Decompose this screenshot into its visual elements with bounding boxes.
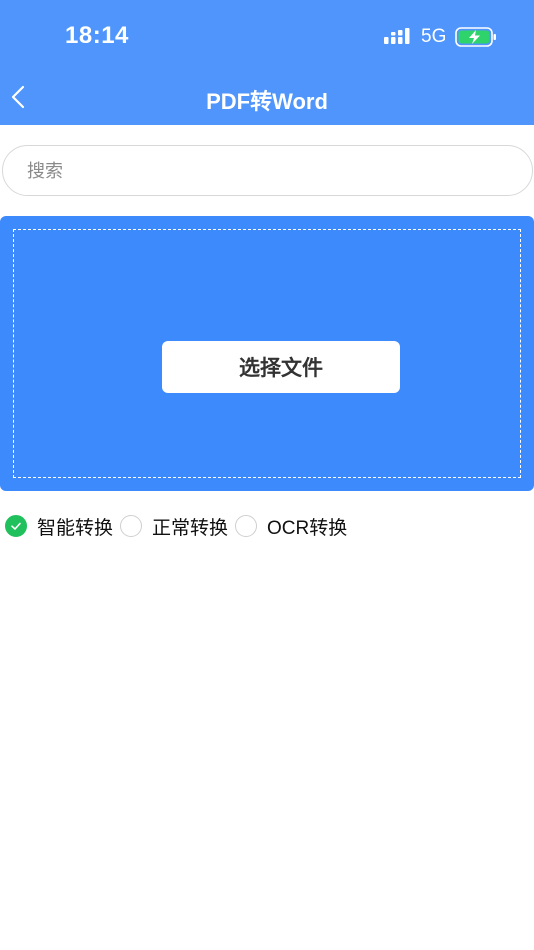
- status-time: 18:14: [65, 22, 129, 49]
- battery-charging-icon: [455, 27, 496, 47]
- option-label: OCR转换: [267, 517, 348, 539]
- page-title: PDF转Word: [206, 89, 328, 114]
- upload-area[interactable]: 选择文件: [0, 216, 534, 491]
- select-file-button[interactable]: 选择文件: [162, 341, 400, 393]
- status-bar: 18:14 5G: [0, 0, 534, 72]
- conversion-options: 智能转换 正常转换 OCR转换: [0, 512, 534, 542]
- option-normal-conversion[interactable]: 正常转换: [120, 512, 228, 540]
- nav-bar: PDF转Word: [0, 72, 534, 125]
- search-bar[interactable]: [2, 145, 533, 196]
- app-header: 18:14 5G PDF转Word: [0, 0, 534, 125]
- option-label: 智能转换: [37, 517, 114, 539]
- option-label: 正常转换: [152, 517, 229, 539]
- checkmark-icon: [11, 522, 21, 530]
- option-ocr-conversion[interactable]: OCR转换: [235, 512, 347, 540]
- network-type: 5G: [421, 26, 447, 47]
- search-input[interactable]: [27, 158, 507, 184]
- option-smart-conversion[interactable]: 智能转换: [5, 512, 113, 540]
- signal-icon: [384, 28, 410, 44]
- upload-dropzone[interactable]: 选择文件: [13, 229, 521, 478]
- radio-checked[interactable]: [5, 515, 27, 537]
- radio-unchecked[interactable]: [235, 515, 257, 537]
- radio-unchecked[interactable]: [120, 515, 142, 537]
